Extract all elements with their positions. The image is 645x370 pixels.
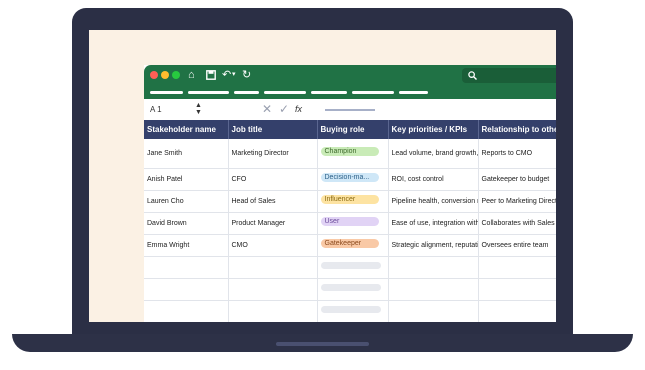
cell-priorities[interactable]: ROI, cost control: [388, 168, 479, 191]
cell-relationship[interactable]: Reports to CMO: [478, 139, 556, 169]
cancel-icon[interactable]: ✕: [262, 99, 272, 120]
cell-name[interactable]: Jane Smith: [144, 139, 229, 169]
empty-cell[interactable]: [228, 278, 318, 301]
column-header[interactable]: Buying role: [317, 120, 389, 139]
empty-cell[interactable]: [478, 278, 556, 301]
search-icon: [468, 68, 477, 85]
empty-row: [144, 256, 556, 279]
formula-input[interactable]: [325, 109, 375, 111]
undo-dropdown-icon[interactable]: ▾: [232, 68, 236, 82]
close-window-button[interactable]: [150, 71, 158, 79]
cell-relationship[interactable]: Gatekeeper to budget: [478, 168, 556, 191]
search-bar[interactable]: [462, 68, 556, 83]
table-row: David Brown Product Manager User Ease of…: [144, 212, 556, 235]
cell-relationship[interactable]: Peer to Marketing Director: [478, 190, 556, 213]
empty-cell[interactable]: [478, 300, 556, 322]
cell-role[interactable]: Gatekeeper: [317, 234, 389, 257]
table-header-row: Stakeholder name Job title Buying role K…: [144, 120, 556, 139]
ribbon-tab-6[interactable]: [352, 91, 394, 94]
function-icon[interactable]: fx: [295, 99, 302, 120]
cell-role[interactable]: Champion: [317, 139, 389, 169]
empty-cell[interactable]: [144, 256, 229, 279]
stakeholder-table: Stakeholder name Job title Buying role K…: [144, 120, 556, 322]
cell-priorities[interactable]: Lead volume, brand growth, own professio…: [388, 139, 479, 169]
cell-reference-stepper-icon[interactable]: ▲ ▼: [195, 102, 202, 116]
laptop-screen: ⌂ ↶ ▾ ↻ A 1 ▲ ▼ ✕ ✓ fx Stakeholder name …: [89, 30, 556, 322]
ribbon-tab-7[interactable]: [399, 91, 428, 94]
ribbon-tab-4[interactable]: [264, 91, 306, 94]
confirm-icon[interactable]: ✓: [279, 99, 289, 120]
cell-relationship[interactable]: Oversees entire team: [478, 234, 556, 257]
redo-icon[interactable]: ↻: [242, 68, 251, 82]
cell-priorities[interactable]: Ease of use, integration with other tool…: [388, 212, 479, 235]
home-icon[interactable]: ⌂: [188, 68, 195, 82]
ribbon-tab-5[interactable]: [311, 91, 347, 94]
cell-role[interactable]: Decision-ma...: [317, 168, 389, 191]
cell-role[interactable]: Influencer: [317, 190, 389, 213]
ribbon-tab-2[interactable]: [188, 91, 229, 94]
ribbon-tabs: [144, 86, 556, 99]
role-badge: Influencer: [320, 195, 379, 204]
column-header[interactable]: Key priorities / KPIs: [388, 120, 479, 139]
title-bar: ⌂ ↶ ▾ ↻: [144, 65, 556, 86]
empty-row: [144, 278, 556, 301]
empty-cell[interactable]: [317, 256, 389, 279]
empty-cell[interactable]: [317, 278, 389, 301]
ribbon-tab-1[interactable]: [150, 91, 183, 94]
cell-name[interactable]: David Brown: [144, 212, 229, 235]
empty-cell[interactable]: [478, 256, 556, 279]
role-badge: Decision-ma...: [320, 173, 379, 182]
cell-relationship[interactable]: Collaborates with Sales: [478, 212, 556, 235]
empty-cell[interactable]: [388, 300, 479, 322]
cell-priorities[interactable]: Strategic alignment, reputation: [388, 234, 479, 257]
cell-reference[interactable]: A 1: [150, 99, 162, 120]
empty-cell[interactable]: [317, 300, 389, 322]
table-row: Emma Wright CMO Gatekeeper Strategic ali…: [144, 234, 556, 257]
table-row: Jane Smith Marketing Director Champion L…: [144, 139, 556, 169]
role-badge: Champion: [320, 147, 379, 157]
empty-cell[interactable]: [228, 256, 318, 279]
cell-name[interactable]: Anish Patel: [144, 168, 229, 191]
spreadsheet-app: ⌂ ↶ ▾ ↻ A 1 ▲ ▼ ✕ ✓ fx Stakeholder name …: [144, 65, 556, 322]
minimize-window-button[interactable]: [161, 71, 169, 79]
cell-priorities[interactable]: Pipeline health, conversion rate: [388, 190, 479, 213]
column-header[interactable]: Job title: [228, 120, 318, 139]
cell-name[interactable]: Emma Wright: [144, 234, 229, 257]
laptop-notch: [276, 342, 369, 346]
placeholder-badge: [320, 284, 381, 291]
undo-icon[interactable]: ↶: [222, 68, 231, 82]
ribbon-tab-3[interactable]: [234, 91, 259, 94]
column-header[interactable]: Stakeholder name: [144, 120, 229, 139]
empty-cell[interactable]: [228, 300, 318, 322]
column-header[interactable]: Relationship to others: [478, 120, 556, 139]
cell-title[interactable]: CFO: [228, 168, 318, 191]
empty-cell[interactable]: [388, 278, 479, 301]
role-badge: Gatekeeper: [320, 239, 379, 248]
placeholder-badge: [320, 306, 381, 313]
save-icon[interactable]: [206, 68, 216, 84]
cell-name[interactable]: Lauren Cho: [144, 190, 229, 213]
cell-title[interactable]: Product Manager: [228, 212, 318, 235]
placeholder-badge: [320, 262, 381, 269]
empty-cell[interactable]: [144, 278, 229, 301]
maximize-window-button[interactable]: [172, 71, 180, 79]
cell-title[interactable]: Head of Sales: [228, 190, 318, 213]
empty-cell[interactable]: [388, 256, 479, 279]
empty-row: [144, 300, 556, 322]
table-row: Lauren Cho Head of Sales Influencer Pipe…: [144, 190, 556, 213]
cell-role[interactable]: User: [317, 212, 389, 235]
cell-title[interactable]: Marketing Director: [228, 139, 318, 169]
role-badge: User: [320, 217, 379, 226]
empty-cell[interactable]: [144, 300, 229, 322]
table-row: Anish Patel CFO Decision-ma... ROI, cost…: [144, 168, 556, 191]
formula-bar: A 1 ▲ ▼ ✕ ✓ fx: [144, 99, 556, 121]
cell-title[interactable]: CMO: [228, 234, 318, 257]
